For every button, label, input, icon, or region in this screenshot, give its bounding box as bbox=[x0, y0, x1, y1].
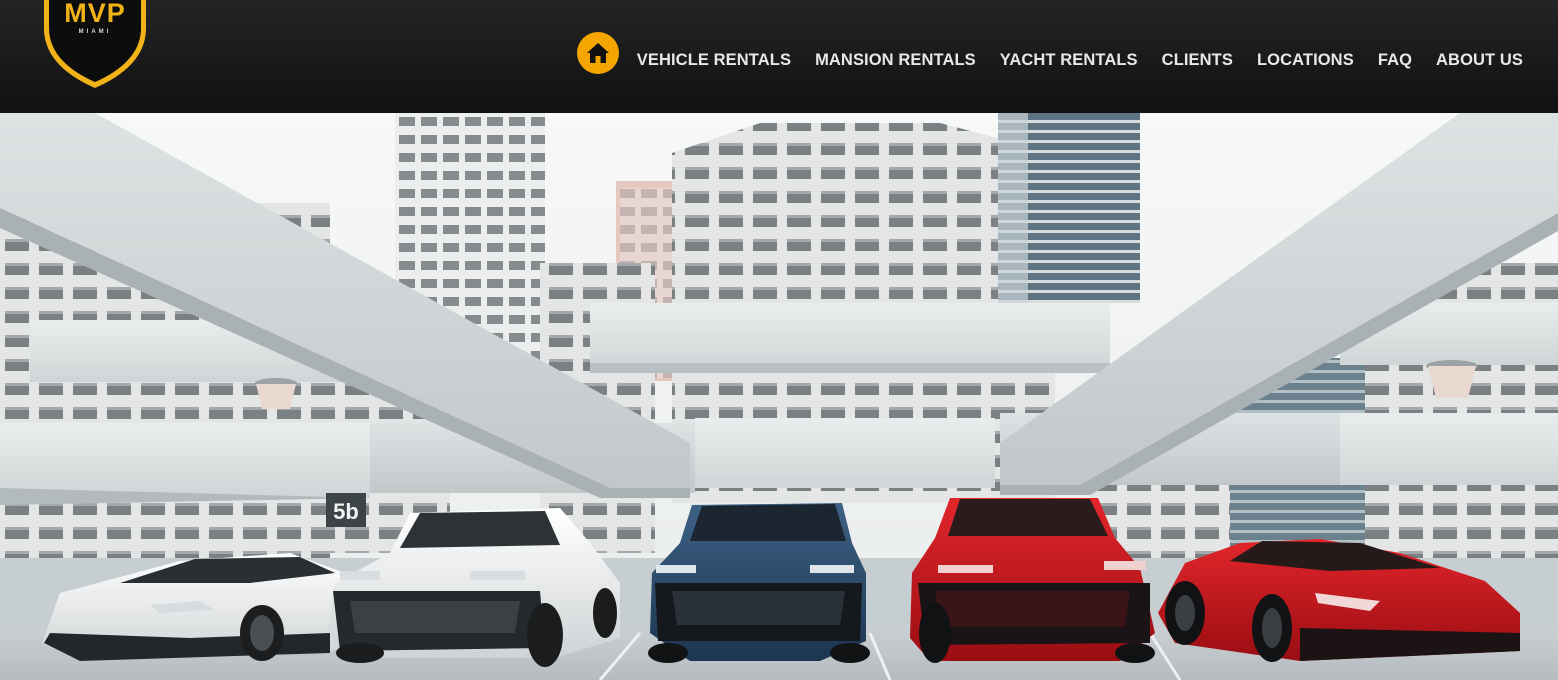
nav-yacht-rentals[interactable]: YACHT RENTALS bbox=[1000, 51, 1138, 70]
main-navigation: VEHICLE RENTALS MANSION RENTALS YACHT RE… bbox=[576, 32, 1523, 87]
nav-clients[interactable]: CLIENTS bbox=[1162, 51, 1233, 70]
nav-about-us[interactable]: ABOUT US bbox=[1436, 51, 1523, 70]
site-logo[interactable]: MVP MIAMI bbox=[36, 0, 154, 90]
site-header: MVP MIAMI VEHICLE RENTALS MANSION RENTAL… bbox=[0, 0, 1558, 113]
logo-wordmark: MVP bbox=[64, 0, 126, 28]
hero-image: 5b bbox=[0, 113, 1558, 680]
home-button[interactable] bbox=[576, 32, 619, 74]
nav-vehicle-rentals[interactable]: VEHICLE RENTALS bbox=[637, 51, 791, 70]
home-icon bbox=[586, 43, 609, 63]
logo-subtext: MIAMI bbox=[78, 29, 112, 35]
page: MVP MIAMI VEHICLE RENTALS MANSION RENTAL… bbox=[0, 0, 1558, 680]
hero-photo: 5b bbox=[0, 113, 1558, 680]
nav-faq[interactable]: FAQ bbox=[1378, 51, 1412, 70]
nav-locations[interactable]: LOCATIONS bbox=[1257, 51, 1354, 70]
level-sign: 5b bbox=[333, 499, 359, 524]
nav-mansion-rentals[interactable]: MANSION RENTALS bbox=[815, 51, 976, 70]
